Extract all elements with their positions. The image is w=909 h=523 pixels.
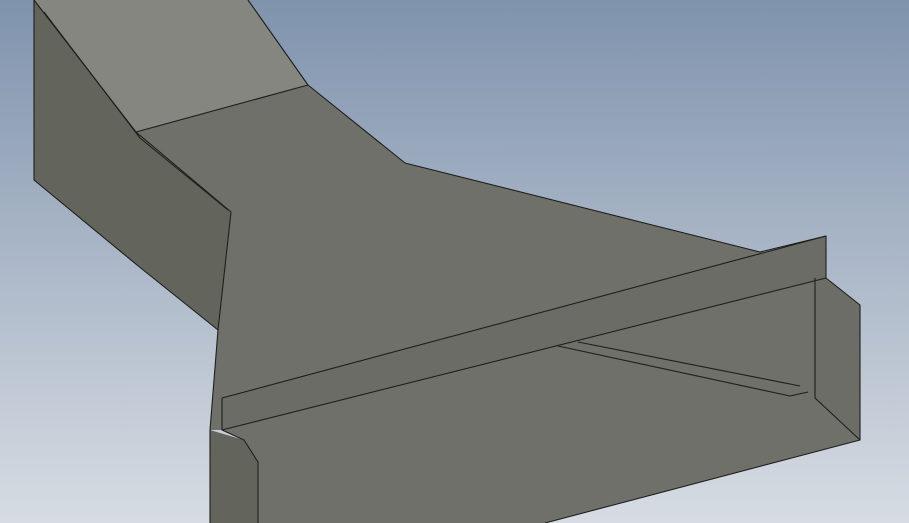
cad-3d-viewport[interactable] bbox=[0, 0, 909, 523]
duct-model[interactable] bbox=[0, 0, 909, 523]
